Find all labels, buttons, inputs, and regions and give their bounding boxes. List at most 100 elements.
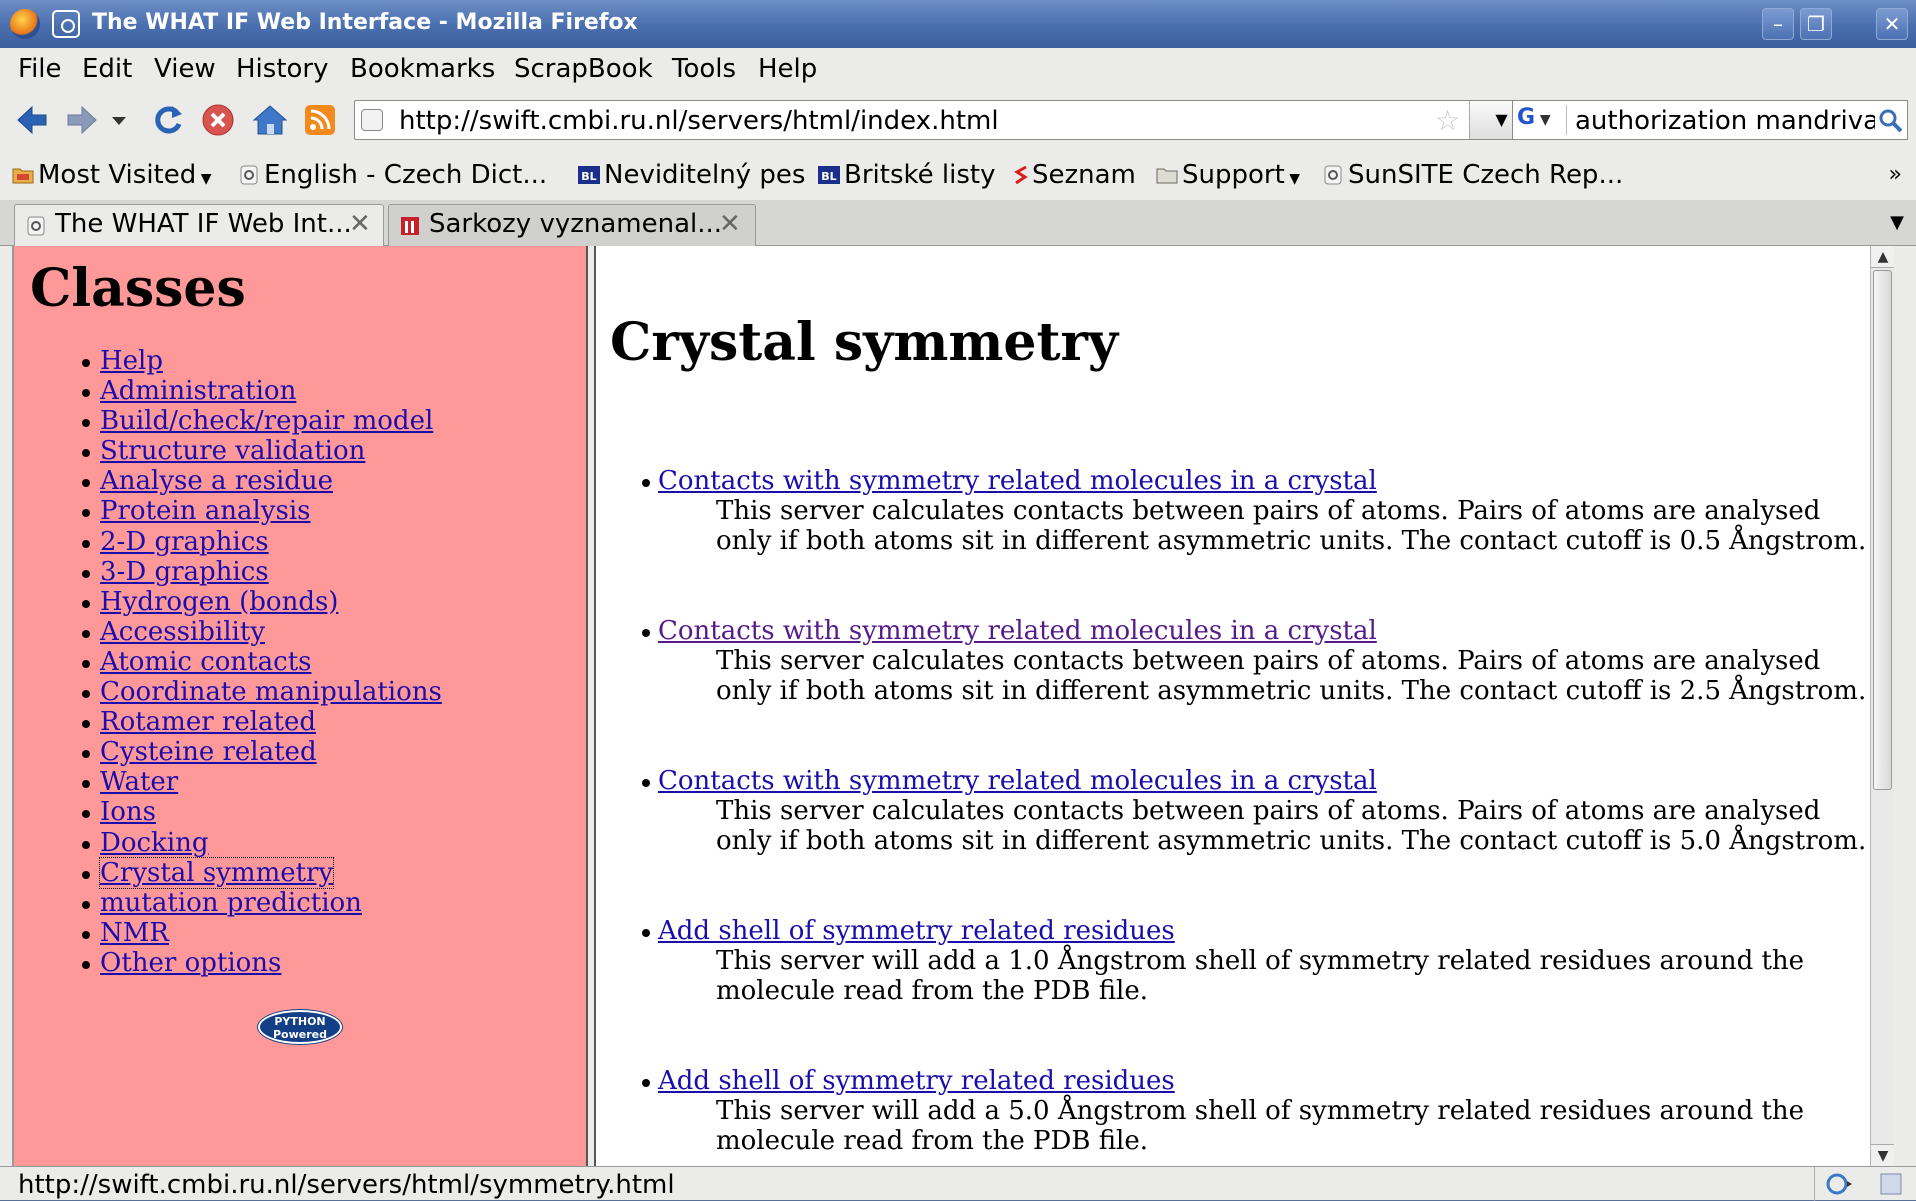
rss-feed-icon[interactable] xyxy=(302,102,338,138)
tab-list-dropdown-icon[interactable]: ▼ xyxy=(1890,212,1904,233)
class-link-nmr[interactable]: NMR xyxy=(100,918,169,948)
server-link-contacts-0-5[interactable]: Contacts with symmetry related molecules… xyxy=(658,466,1377,496)
class-link-structure-validation[interactable]: Structure validation xyxy=(100,436,365,466)
class-link-help[interactable]: Help xyxy=(100,346,163,376)
class-link-coordinate-manipulations[interactable]: Coordinate manipulations xyxy=(100,677,442,707)
class-link-ions[interactable]: Ions xyxy=(100,797,156,827)
status-panel xyxy=(1814,1167,1916,1201)
bookmark-most-visited[interactable]: Most Visited ▼ xyxy=(12,160,211,190)
menu-help[interactable]: Help xyxy=(758,54,817,84)
frame-resize-handle[interactable] xyxy=(586,246,596,1166)
history-dropdown-icon[interactable] xyxy=(108,102,130,138)
vertical-scrollbar[interactable]: ▲ ▼ xyxy=(1870,246,1894,1166)
forward-icon[interactable] xyxy=(64,102,100,138)
menu-history[interactable]: History xyxy=(236,54,329,84)
window-menu-icon[interactable] xyxy=(52,10,80,38)
search-bar[interactable]: G ▼ authorization mandriva xyxy=(1512,100,1908,140)
menu-bookmarks[interactable]: Bookmarks xyxy=(350,54,495,84)
search-input[interactable]: authorization mandriva xyxy=(1575,106,1875,136)
close-window-button[interactable]: ✕ xyxy=(1876,8,1908,40)
close-tab-icon[interactable]: ✕ xyxy=(719,209,741,239)
bookmark-star-icon[interactable]: ☆ xyxy=(1435,104,1460,137)
reload-icon[interactable] xyxy=(150,102,186,138)
menu-tools[interactable]: Tools xyxy=(672,54,736,84)
list-item: Help xyxy=(54,346,442,376)
search-engine-selector[interactable]: G ▼ xyxy=(1517,105,1567,135)
list-item: Protein analysis xyxy=(54,496,442,526)
url-bar[interactable]: http://swift.cmbi.ru.nl/servers/html/ind… xyxy=(354,100,1534,140)
menu-scrapbook[interactable]: ScrapBook xyxy=(514,54,653,84)
minimize-button[interactable]: – xyxy=(1762,8,1794,40)
classes-heading: Classes xyxy=(30,258,246,319)
title-bar: The WHAT IF Web Interface - Mozilla Fire… xyxy=(0,0,1916,48)
server-link-contacts-5-0[interactable]: Contacts with symmetry related molecules… xyxy=(658,766,1377,796)
server-link-shell-5-0[interactable]: Add shell of symmetry related residues xyxy=(658,1066,1175,1096)
addon-status-icon[interactable] xyxy=(1825,1171,1853,1197)
bookmark-britske-listy[interactable]: BL Britské listy xyxy=(818,160,995,190)
bookmark-english-czech-dict[interactable]: English - Czech Dict... xyxy=(238,160,547,190)
badge-line: PYTHON xyxy=(274,1015,326,1028)
page-icon xyxy=(240,165,258,185)
search-icon[interactable] xyxy=(1877,107,1903,133)
list-item: Add shell of symmetry related residues T… xyxy=(610,1066,1870,1166)
menu-file[interactable]: File xyxy=(18,54,62,84)
folder-icon xyxy=(12,168,34,184)
firefox-window: The WHAT IF Web Interface - Mozilla Fire… xyxy=(0,0,1916,1201)
list-item: Hydrogen (bonds) xyxy=(54,587,442,617)
class-link-mutation-prediction[interactable]: mutation prediction xyxy=(100,888,362,918)
class-link-protein-analysis[interactable]: Protein analysis xyxy=(100,496,311,526)
folder-icon xyxy=(1156,168,1178,184)
class-link-docking[interactable]: Docking xyxy=(100,828,209,858)
class-link-administration[interactable]: Administration xyxy=(100,376,296,406)
list-item: Structure validation xyxy=(54,436,442,466)
class-link-analyse-residue[interactable]: Analyse a residue xyxy=(100,466,333,496)
list-item: Analyse a residue xyxy=(54,466,442,496)
bookmark-neviditelny-pes[interactable]: BL Neviditelný pes xyxy=(578,160,805,190)
scroll-down-arrow-icon[interactable]: ▼ xyxy=(1871,1144,1894,1166)
list-item: Contacts with symmetry related molecules… xyxy=(610,466,1870,616)
class-link-atomic-contacts[interactable]: Atomic contacts xyxy=(100,647,311,677)
server-link-shell-1-0[interactable]: Add shell of symmetry related residues xyxy=(658,916,1175,946)
classes-frame: Classes Help Administration Build/check/… xyxy=(14,246,586,1166)
stop-icon[interactable] xyxy=(200,102,236,138)
home-icon[interactable] xyxy=(252,102,288,138)
bl-logo-icon: BL xyxy=(818,166,840,184)
server-description: This server calculates contacts between … xyxy=(716,796,1867,856)
bookmark-sunsite-czech[interactable]: SunSITE Czech Rep... xyxy=(1322,160,1623,190)
firefox-logo-icon xyxy=(10,9,40,39)
class-link-other-options[interactable]: Other options xyxy=(100,948,281,978)
class-link-cysteine-related[interactable]: Cysteine related xyxy=(100,737,317,767)
scroll-up-arrow-icon[interactable]: ▲ xyxy=(1871,246,1894,268)
python-powered-badge[interactable]: PYTHON Powered xyxy=(258,1010,342,1044)
svg-text:BL: BL xyxy=(821,170,836,183)
menu-edit[interactable]: Edit xyxy=(82,54,132,84)
class-link-3d-graphics[interactable]: 3-D graphics xyxy=(100,557,269,587)
tab-sarkozy[interactable]: Sarkozy vyznamenal... ✕ xyxy=(388,204,756,246)
window-title: The WHAT IF Web Interface - Mozilla Fire… xyxy=(92,10,638,35)
menu-view[interactable]: View xyxy=(154,54,216,84)
server-link-contacts-2-5[interactable]: Contacts with symmetry related molecules… xyxy=(658,616,1377,646)
back-icon[interactable] xyxy=(14,102,50,138)
site-identity-icon[interactable] xyxy=(361,109,383,131)
class-link-2d-graphics[interactable]: 2-D graphics xyxy=(100,527,269,557)
tab-what-if[interactable]: The WHAT IF Web Int... ✕ xyxy=(14,204,384,246)
list-item: Accessibility xyxy=(54,617,442,647)
class-link-rotamer-related[interactable]: Rotamer related xyxy=(100,707,316,737)
scrollbar-thumb[interactable] xyxy=(1873,270,1892,790)
bookmark-support-folder[interactable]: Support ▼ xyxy=(1156,160,1300,190)
class-link-hydrogen-bonds[interactable]: Hydrogen (bonds) xyxy=(100,587,338,617)
class-link-accessibility[interactable]: Accessibility xyxy=(100,617,265,647)
restore-button[interactable]: ❐ xyxy=(1800,8,1832,40)
bookmarks-overflow-chevron-icon[interactable]: » xyxy=(1889,162,1902,187)
bookmark-seznam[interactable]: Seznam xyxy=(1014,160,1136,190)
class-link-water[interactable]: Water xyxy=(100,767,178,797)
page-content: Classes Help Administration Build/check/… xyxy=(12,246,1894,1166)
list-item: Crystal symmetry xyxy=(54,856,442,889)
navigation-toolbar: http://swift.cmbi.ru.nl/servers/html/ind… xyxy=(0,92,1916,148)
class-link-crystal-symmetry[interactable]: Crystal symmetry xyxy=(98,856,335,889)
url-input[interactable]: http://swift.cmbi.ru.nl/servers/html/ind… xyxy=(399,106,999,136)
close-tab-icon[interactable]: ✕ xyxy=(349,209,371,239)
tab-bar: The WHAT IF Web Int... ✕ Sarkozy vyzname… xyxy=(0,200,1916,246)
resize-grip-icon[interactable] xyxy=(1877,1171,1905,1197)
class-link-build-check-repair[interactable]: Build/check/repair model xyxy=(100,406,433,436)
